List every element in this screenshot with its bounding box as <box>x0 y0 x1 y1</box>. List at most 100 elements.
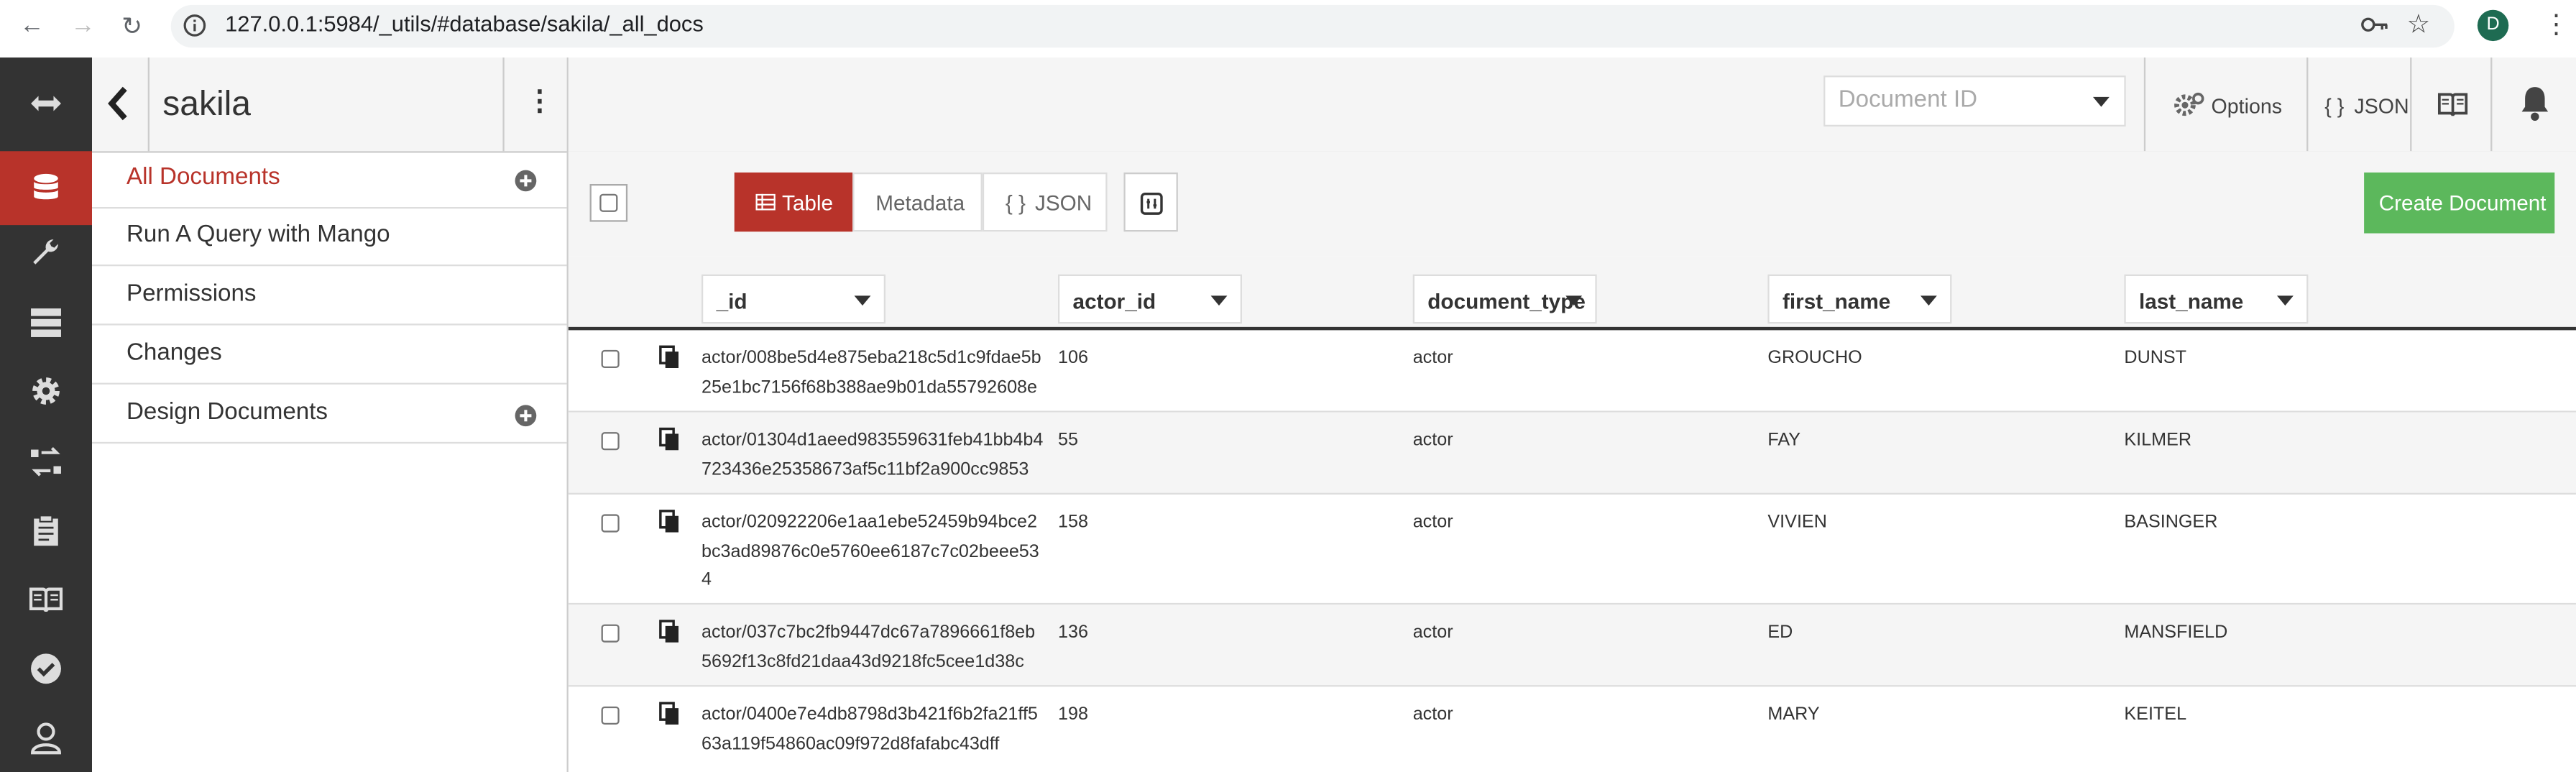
table-row[interactable]: actor/0400e7e4db8798d3b421f6b2fa21ff5 63a… <box>568 686 2576 772</box>
json-view-label: JSON <box>1034 190 1092 216</box>
cell-id: actor/008be5d4e875eba218c5d1c9fdae5b 25e1… <box>701 348 1041 397</box>
chevron-down-icon <box>1920 295 1937 306</box>
add-circle-icon[interactable] <box>514 169 537 192</box>
copy-icon[interactable] <box>659 345 681 369</box>
gear-icon[interactable] <box>0 357 92 426</box>
vertical-dots-icon: ⋮ <box>525 85 554 117</box>
back-button[interactable] <box>92 57 150 152</box>
cell-actor-id: 198 <box>1057 704 1088 725</box>
metadata-view-label: Metadata <box>875 190 965 216</box>
json-api-button[interactable]: { } JSON <box>2306 57 2411 152</box>
replication-icon[interactable] <box>0 427 92 496</box>
back-icon[interactable]: ← <box>19 12 44 40</box>
column-label: last_name <box>2138 289 2244 314</box>
cell-actor-id: 106 <box>1057 348 1088 368</box>
select-all-checkbox[interactable] <box>599 193 618 212</box>
row-checkbox[interactable] <box>601 706 620 725</box>
wrench-icon[interactable] <box>0 219 92 288</box>
header-bar: Document ID Options { } JSON <box>568 57 2576 153</box>
sidebar-item-label: Permissions <box>126 280 257 308</box>
table-row[interactable]: actor/037c7bc2fb9447dc67a7896661f8eb 5692… <box>568 605 2576 687</box>
options-button[interactable]: Options <box>2143 57 2309 152</box>
table-row[interactable]: actor/01304d1aeed983559631feb41bb4b4 7234… <box>568 412 2576 495</box>
chevron-left-icon <box>108 86 127 121</box>
menu-dots-icon[interactable]: ⋮ <box>2543 8 2570 41</box>
copy-icon[interactable] <box>659 510 681 534</box>
row-checkbox[interactable] <box>601 514 620 533</box>
chevron-down-icon <box>854 295 871 306</box>
column-select-last-name[interactable]: last_name <box>2124 274 2309 324</box>
column-select-actor-id[interactable]: actor_id <box>1057 274 1242 324</box>
table-row[interactable]: actor/008be5d4e875eba218c5d1c9fdae5b 25e1… <box>568 330 2576 413</box>
icon-nav <box>0 57 92 772</box>
key-icon[interactable] <box>2361 15 2389 35</box>
sidebar-item-label: Run A Query with Mango <box>126 221 390 249</box>
copy-icon[interactable] <box>659 702 681 726</box>
sidebar-item-permissions[interactable]: Permissions <box>91 268 567 326</box>
table-settings-button[interactable] <box>1123 172 1178 232</box>
table-icon <box>755 193 776 211</box>
reload-icon[interactable]: ↻ <box>121 12 142 41</box>
cell-actor-id: 55 <box>1057 430 1078 451</box>
row-checkbox[interactable] <box>601 432 620 451</box>
clipboard-icon[interactable] <box>0 496 92 565</box>
select-all-wrapper[interactable] <box>589 183 628 222</box>
json-view-button[interactable]: { } JSON <box>982 172 1108 232</box>
sidebar-item-all-documents[interactable]: All Documents <box>91 151 567 209</box>
cell-document-type: actor <box>1412 622 1453 643</box>
copy-icon[interactable] <box>659 427 681 451</box>
database-title: sakila <box>162 85 252 124</box>
database-icon[interactable] <box>0 151 92 226</box>
chevron-down-icon <box>1210 295 1228 306</box>
database-options-button[interactable]: ⋮ <box>502 57 568 152</box>
braces-icon: { } <box>2324 95 2345 119</box>
table-view-button[interactable]: Table <box>734 172 853 232</box>
row-checkbox[interactable] <box>601 624 620 643</box>
create-document-label: Create Document <box>2378 190 2547 216</box>
sidebar-item-label: Design Documents <box>126 399 328 426</box>
gears-icon <box>2174 92 2204 116</box>
checkmark-icon[interactable] <box>0 634 92 703</box>
bookmark-star-icon[interactable]: ☆ <box>2407 8 2431 41</box>
cell-last-name: BASINGER <box>2124 513 2218 533</box>
table-row[interactable]: actor/020922206e1aa1ebe52459b94bce2 bc3ad… <box>568 494 2576 605</box>
site-info-icon[interactable] <box>183 13 207 37</box>
cell-document-type: actor <box>1412 704 1453 725</box>
create-document-button[interactable]: Create Document <box>2364 172 2555 234</box>
chevron-down-icon <box>2092 96 2110 107</box>
url-text: 127.0.0.1:5984/_utils/#database/sakila/_… <box>225 11 704 37</box>
sidebar-item-mango-query[interactable]: Run A Query with Mango <box>91 208 567 267</box>
cell-first-name: MARY <box>1767 704 1820 725</box>
avatar[interactable]: D <box>2477 9 2509 42</box>
cell-document-type: actor <box>1412 348 1453 368</box>
row-checkbox[interactable] <box>601 349 620 368</box>
user-icon[interactable] <box>0 703 92 772</box>
metadata-view-button[interactable]: Metadata <box>852 172 983 232</box>
expand-arrows-icon[interactable] <box>0 69 92 138</box>
copy-icon[interactable] <box>659 620 681 644</box>
column-label: document_type <box>1427 289 1586 314</box>
sidebar-item-changes[interactable]: Changes <box>91 327 567 385</box>
table-header: _id actor_id document_type first_name la… <box>568 256 2576 331</box>
docs-button[interactable] <box>2410 57 2492 152</box>
cell-first-name: FAY <box>1767 430 1801 451</box>
cell-id: actor/01304d1aeed983559631feb41bb4b4 7234… <box>701 430 1044 479</box>
column-select-document-type[interactable]: document_type <box>1412 274 1597 324</box>
cell-last-name: DUNST <box>2124 348 2187 368</box>
forward-icon[interactable]: → <box>70 12 95 40</box>
document-id-select[interactable]: Document ID <box>1823 75 2126 127</box>
sidebar-item-label: Changes <box>126 340 222 367</box>
column-select-first-name[interactable]: first_name <box>1767 274 1952 324</box>
add-circle-icon[interactable] <box>514 404 537 427</box>
notifications-button[interactable] <box>2490 57 2576 152</box>
json-label: JSON <box>2354 95 2409 119</box>
table-view-label: Table <box>781 190 834 216</box>
chevron-down-icon <box>2276 295 2294 306</box>
cell-first-name: GROUCHO <box>1767 348 1862 368</box>
book-icon[interactable] <box>0 565 92 634</box>
server-icon[interactable] <box>0 288 92 357</box>
browser-toolbar: ← → ↻ 127.0.0.1:5984/_utils/#database/sa… <box>0 0 2576 58</box>
sidebar-item-design-documents[interactable]: Design Documents <box>91 386 567 444</box>
cell-first-name: VIVIEN <box>1767 513 1827 533</box>
column-select-id[interactable]: _id <box>701 274 886 324</box>
